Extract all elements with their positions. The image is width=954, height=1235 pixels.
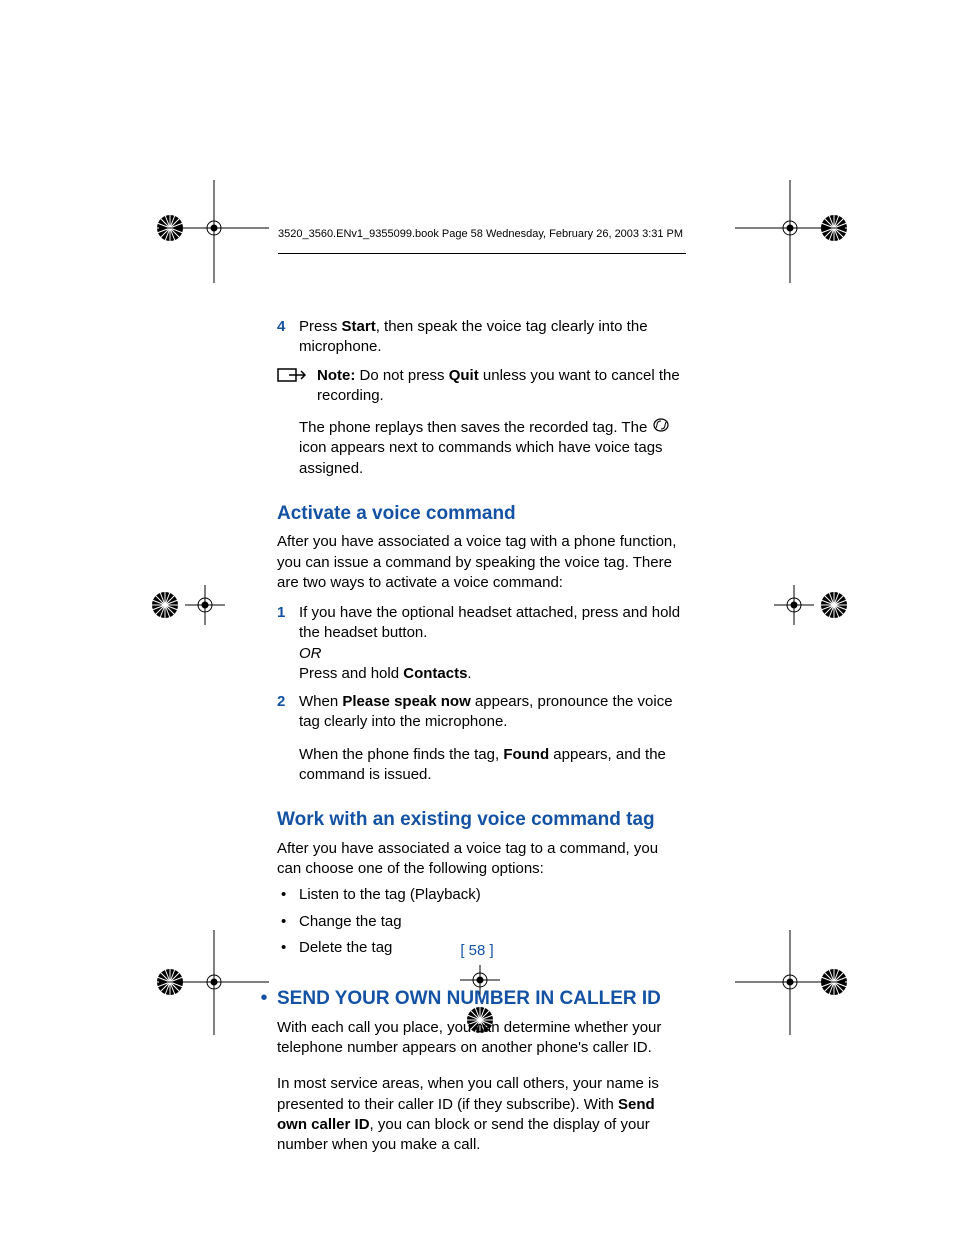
page-number: [ 58 ] xyxy=(0,942,954,959)
t: In most service areas, when you call oth… xyxy=(277,1075,659,1112)
voice-tag-icon xyxy=(653,418,669,438)
bold-quit: Quit xyxy=(449,367,479,384)
step-1-text: If you have the optional headset attache… xyxy=(299,603,685,684)
content-area: 4 Press Start, then speak the voice tag … xyxy=(277,315,685,1155)
bold-start: Start xyxy=(342,318,376,335)
note-row: Note: Do not press Quit unless you want … xyxy=(277,366,685,407)
heading-caller-id: • SEND YOUR OWN NUMBER IN CALLER ID xyxy=(255,986,685,1012)
step-4-text: Press Start, then speak the voice tag cl… xyxy=(299,317,685,358)
crop-marks-top-left xyxy=(150,180,280,285)
bullet-2: • Change the tag xyxy=(277,912,685,932)
t: . xyxy=(467,665,471,682)
heading-caller-id-text: SEND YOUR OWN NUMBER IN CALLER ID xyxy=(277,986,661,1012)
t: icon appears next to commands which have… xyxy=(299,439,663,476)
caller-id-para-1: With each call you place, you can determ… xyxy=(277,1018,685,1059)
step-number-2: 2 xyxy=(277,692,299,785)
para-work-existing: After you have associated a voice tag to… xyxy=(277,839,685,880)
para-activate: After you have associated a voice tag wi… xyxy=(277,532,685,593)
page: { "header": "3520_3560.ENv1_9355099.book… xyxy=(0,0,954,1235)
step-2-text: When Please speak now appears, pronounce… xyxy=(299,692,685,785)
t: When xyxy=(299,693,342,710)
t: When the phone finds the tag, xyxy=(299,746,503,763)
bullet-1-text: Listen to the tag (Playback) xyxy=(299,885,481,905)
replay-para: The phone replays then saves the recorde… xyxy=(299,418,685,479)
bold-speak-now: Please speak now xyxy=(342,693,470,710)
t: Do not press xyxy=(355,367,448,384)
t: Press xyxy=(299,318,342,335)
caller-id-para-2: In most service areas, when you call oth… xyxy=(277,1074,685,1155)
bullet-2-text: Change the tag xyxy=(299,912,402,932)
step-1: 1 If you have the optional headset attac… xyxy=(277,603,685,684)
note-icon xyxy=(277,366,317,386)
t: If you have the optional headset attache… xyxy=(299,604,680,641)
note-label: Note: xyxy=(317,367,355,384)
header-rule xyxy=(278,253,686,254)
step-2: 2 When Please speak now appears, pronoun… xyxy=(277,692,685,785)
t: Press and hold xyxy=(299,665,403,682)
t: The phone replays then saves the recorde… xyxy=(299,419,651,436)
heading-activate: Activate a voice command xyxy=(277,501,685,527)
or-text: OR xyxy=(299,645,322,662)
bullet-1: • Listen to the tag (Playback) xyxy=(277,885,685,905)
step-number-1: 1 xyxy=(277,603,299,684)
bold-contacts: Contacts xyxy=(403,665,467,682)
note-text: Note: Do not press Quit unless you want … xyxy=(317,366,685,407)
crop-marks-middle-left xyxy=(145,580,245,630)
bullet-dot-icon: • xyxy=(277,885,299,905)
step-4: 4 Press Start, then speak the voice tag … xyxy=(277,317,685,358)
step-number-4: 4 xyxy=(277,317,299,358)
bold-found: Found xyxy=(503,746,549,763)
bullet-dot-icon: • xyxy=(277,912,299,932)
crop-marks-middle-right xyxy=(754,580,854,630)
heading-work-existing: Work with an existing voice command tag xyxy=(277,807,685,833)
bullet-dot-icon: • xyxy=(255,988,277,1008)
header-filename: 3520_3560.ENv1_9355099.book Page 58 Wedn… xyxy=(278,228,778,240)
